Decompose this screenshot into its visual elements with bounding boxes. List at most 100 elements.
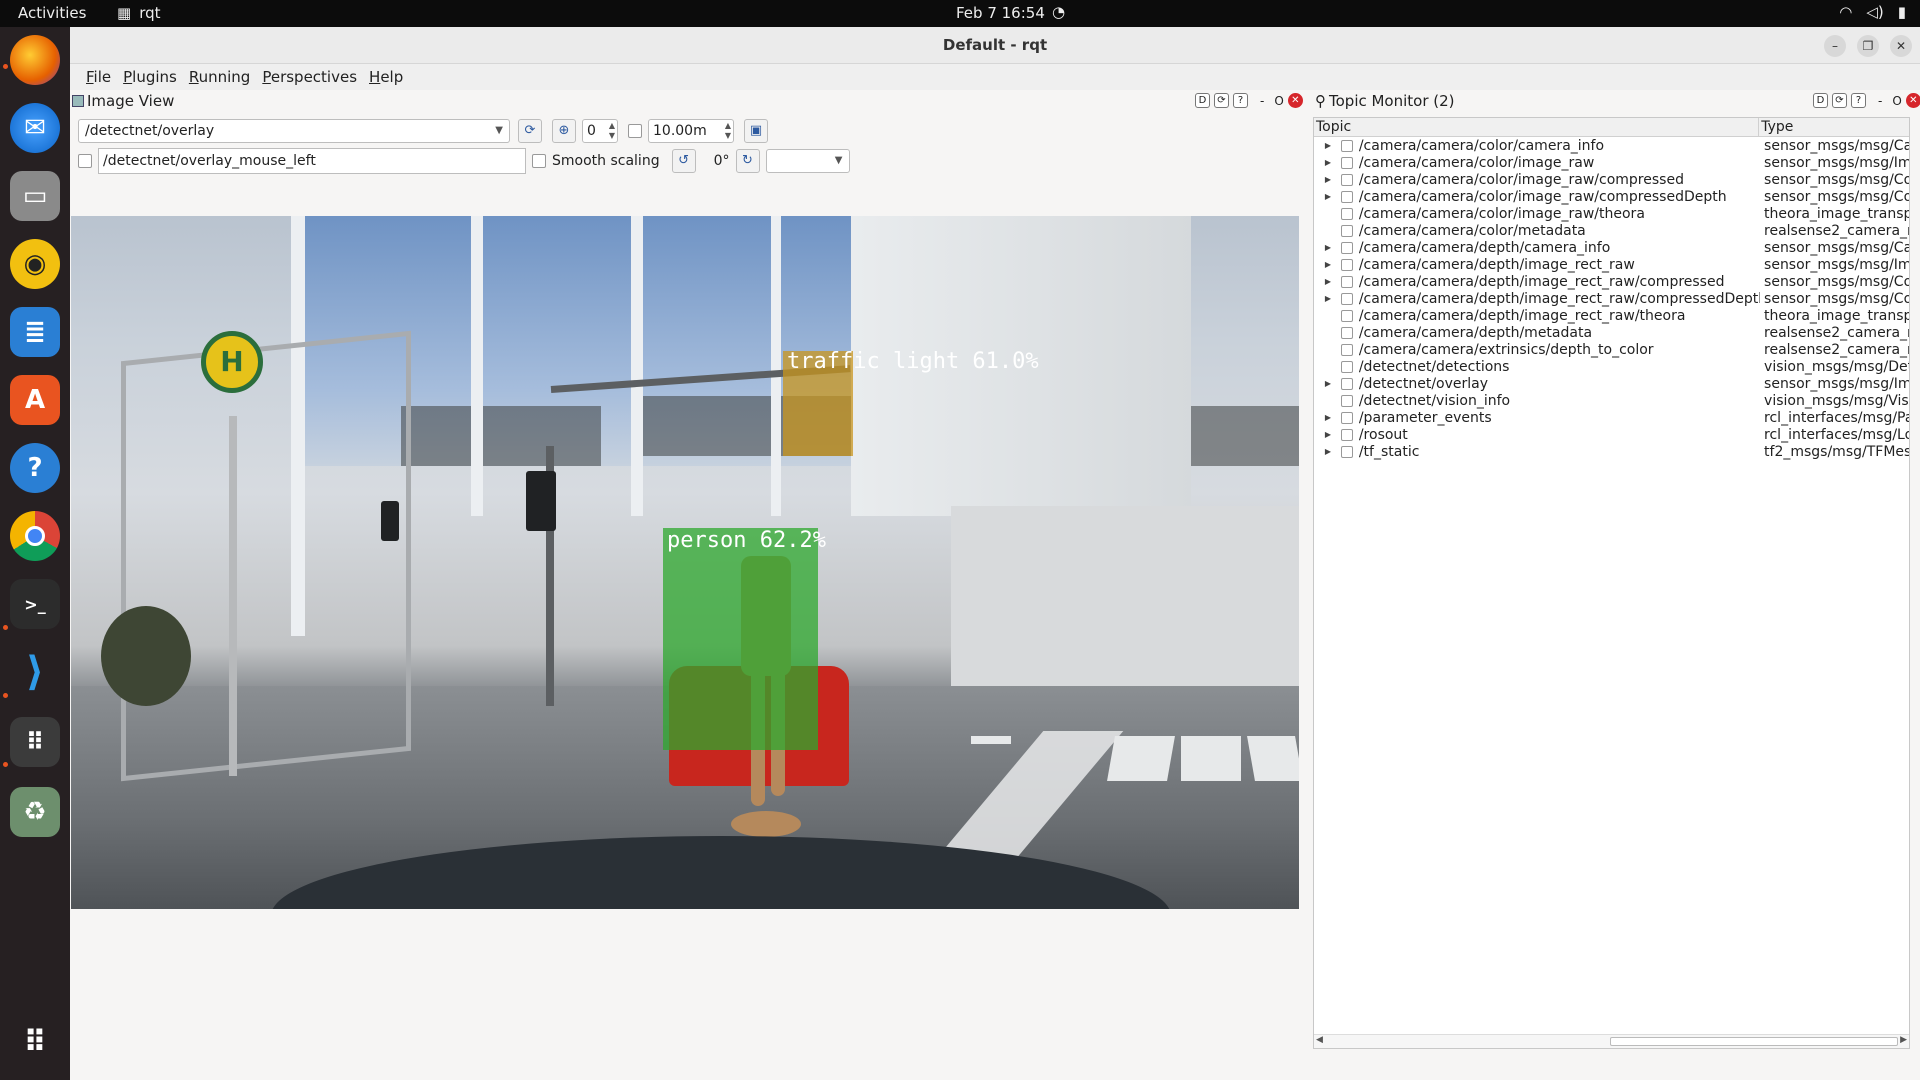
- table-row[interactable]: /camera/camera/color/metadata realsense2_…: [1314, 222, 1909, 239]
- float-button[interactable]: O: [1274, 94, 1283, 108]
- expand-arrow-icon[interactable]: ▶: [1321, 294, 1335, 303]
- expand-arrow-icon[interactable]: ▶: [1321, 379, 1335, 388]
- expand-arrow-icon[interactable]: ▶: [1321, 260, 1335, 269]
- terminal-icon[interactable]: >_: [10, 579, 60, 629]
- topic-checkbox[interactable]: [1340, 411, 1353, 424]
- column-header-topic[interactable]: Topic: [1314, 118, 1760, 136]
- topic-checkbox[interactable]: [1340, 241, 1353, 254]
- hide-title-button[interactable]: -: [1260, 94, 1264, 108]
- dynamic-range-checkbox[interactable]: [628, 124, 642, 138]
- smooth-scaling-checkbox[interactable]: [532, 154, 546, 168]
- topic-checkbox[interactable]: [1340, 445, 1353, 458]
- files-icon[interactable]: ▭: [10, 171, 60, 221]
- writer-icon[interactable]: ≣: [10, 307, 60, 357]
- dock-help-button[interactable]: D: [1195, 93, 1210, 108]
- table-row[interactable]: ▶ /camera/camera/depth/camera_info sensor_…: [1314, 239, 1909, 256]
- float-button[interactable]: O: [1892, 94, 1901, 108]
- table-row[interactable]: ▶ /detectnet/overlay sensor_msgs/msg/Im: [1314, 375, 1909, 392]
- activities-button[interactable]: Activities: [18, 4, 86, 22]
- scrollbar-thumb[interactable]: [1610, 1037, 1898, 1046]
- table-row[interactable]: ▶ /camera/camera/color/image_raw sensor_ms…: [1314, 154, 1909, 171]
- table-row[interactable]: ▶ /camera/camera/depth/image_rect_raw/com…: [1314, 290, 1909, 307]
- duration-spinbox[interactable]: 10.00m ▲ ▼: [648, 119, 734, 143]
- topic-checkbox[interactable]: [1340, 258, 1353, 271]
- help-icon[interactable]: ?: [10, 443, 60, 493]
- table-row[interactable]: /camera/camera/color/image_raw/theora the…: [1314, 205, 1909, 222]
- expand-arrow-icon[interactable]: ▶: [1321, 192, 1335, 201]
- topic-checkbox[interactable]: [1340, 224, 1353, 237]
- chrome-icon[interactable]: [10, 511, 60, 561]
- table-row[interactable]: /camera/camera/depth/image_rect_raw/theo…: [1314, 307, 1909, 324]
- topic-combo[interactable]: /detectnet/overlay ▼: [78, 119, 510, 143]
- table-row[interactable]: /detectnet/detections vision_msgs/msg/Det: [1314, 358, 1909, 375]
- rotate-right-button[interactable]: ↻: [735, 149, 760, 173]
- horizontal-scrollbar[interactable]: ◀ ▶: [1314, 1034, 1909, 1048]
- menu-running[interactable]: Running: [183, 68, 256, 86]
- table-row[interactable]: ▶ /camera/camera/depth/image_rect_raw sens…: [1314, 256, 1909, 273]
- table-row[interactable]: /detectnet/vision_info vision_msgs/msg/Vi…: [1314, 392, 1909, 409]
- topic-checkbox[interactable]: [1340, 139, 1353, 152]
- minimize-button[interactable]: –: [1824, 35, 1846, 57]
- topic-checkbox[interactable]: [1340, 343, 1353, 356]
- topic-monitor-title-bar[interactable]: ⚲ Topic Monitor (2) D ⟳ ? - O ✕: [1313, 90, 1920, 112]
- expand-arrow-icon[interactable]: ▶: [1321, 158, 1335, 167]
- expand-arrow-icon[interactable]: ▶: [1321, 447, 1335, 456]
- image-view-title-bar[interactable]: Image View D ⟳ ? - O ✕: [70, 90, 1310, 112]
- clock[interactable]: Feb 7 16:54: [956, 4, 1045, 22]
- close-button[interactable]: ✕: [1890, 35, 1912, 57]
- maximize-button[interactable]: ❐: [1857, 35, 1879, 57]
- software-icon[interactable]: A: [10, 375, 60, 425]
- menu-help[interactable]: Help: [363, 68, 409, 86]
- topic-checkbox[interactable]: [1340, 173, 1353, 186]
- firefox-icon[interactable]: [10, 35, 60, 85]
- topic-checkbox[interactable]: [1340, 360, 1353, 373]
- topic-checkbox[interactable]: [1340, 292, 1353, 305]
- table-row[interactable]: ▶ /parameter_events rcl_interfaces/msg/Pa: [1314, 409, 1909, 426]
- expand-arrow-icon[interactable]: ▶: [1321, 141, 1335, 150]
- scroll-left-icon[interactable]: ◀: [1316, 1035, 1323, 1045]
- scroll-right-icon[interactable]: ▶: [1900, 1035, 1907, 1045]
- close-plugin-icon[interactable]: ✕: [1905, 93, 1920, 108]
- menu-perspectives[interactable]: Perspectives: [256, 68, 363, 86]
- topic-checkbox[interactable]: [1340, 207, 1353, 220]
- color-scheme-combo[interactable]: ▼: [765, 149, 850, 173]
- table-row[interactable]: /camera/camera/depth/metadata realsense2_…: [1314, 324, 1909, 341]
- menu-file[interactable]: File: [80, 68, 117, 86]
- table-row[interactable]: ▶ /camera/camera/depth/image_rect_raw/com…: [1314, 273, 1909, 290]
- thunderbird-icon[interactable]: ✉: [10, 103, 60, 153]
- close-plugin-icon[interactable]: ✕: [1287, 93, 1303, 108]
- rotate-left-button[interactable]: ↺: [671, 149, 696, 173]
- table-row[interactable]: ▶ /camera/camera/color/camera_info sensor_…: [1314, 137, 1909, 154]
- topic-checkbox[interactable]: [1340, 190, 1353, 203]
- expand-arrow-icon[interactable]: ▶: [1321, 413, 1335, 422]
- hide-title-button[interactable]: -: [1878, 94, 1882, 108]
- trash-icon[interactable]: ♻: [10, 787, 60, 837]
- app-grid-icon[interactable]: ⠿: [10, 717, 60, 767]
- topic-checkbox[interactable]: [1340, 377, 1353, 390]
- help-icon[interactable]: ?: [1851, 93, 1866, 108]
- spin-arrows-icon[interactable]: ▲ ▼: [725, 121, 731, 141]
- zoom-spinbox[interactable]: 0 ▲ ▼: [582, 119, 618, 143]
- dock-help-button[interactable]: D: [1813, 93, 1828, 108]
- column-header-type[interactable]: Type: [1759, 118, 1909, 136]
- expand-arrow-icon[interactable]: ▶: [1321, 175, 1335, 184]
- menu-plugins[interactable]: Plugins: [117, 68, 183, 86]
- publish-click-checkbox[interactable]: [78, 154, 92, 168]
- rhythmbox-icon[interactable]: ◉: [10, 239, 60, 289]
- topic-checkbox[interactable]: [1340, 428, 1353, 441]
- refresh-topics-button[interactable]: ⟳: [518, 119, 542, 143]
- table-row[interactable]: /camera/camera/extrinsics/depth_to_color…: [1314, 341, 1909, 358]
- title-bar[interactable]: Default - rqt – ❐ ✕: [70, 27, 1920, 64]
- table-row[interactable]: ▶ /rosout rcl_interfaces/msg/Lo: [1314, 426, 1909, 443]
- table-row[interactable]: ▶ /tf_static tf2_msgs/msg/TFMes: [1314, 443, 1909, 460]
- topic-checkbox[interactable]: [1340, 156, 1353, 169]
- show-apps-icon[interactable]: ⠿: [10, 1017, 60, 1067]
- reload-icon[interactable]: ⟳: [1214, 93, 1229, 108]
- topic-checkbox[interactable]: [1340, 275, 1353, 288]
- spin-arrows-icon[interactable]: ▲ ▼: [609, 121, 615, 141]
- topic-checkbox[interactable]: [1340, 326, 1353, 339]
- mouse-topic-input[interactable]: /detectnet/overlay_mouse_left: [98, 148, 526, 174]
- table-row[interactable]: ▶ /camera/camera/color/image_raw/compress…: [1314, 171, 1909, 188]
- reload-icon[interactable]: ⟳: [1832, 93, 1847, 108]
- help-icon[interactable]: ?: [1233, 93, 1248, 108]
